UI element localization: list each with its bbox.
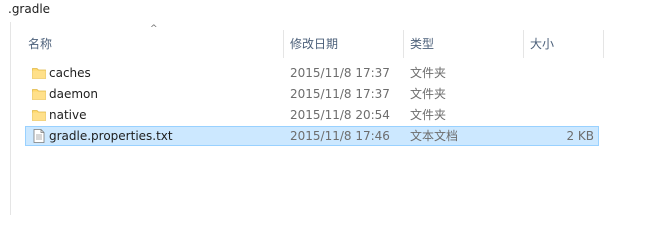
navigation-pane[interactable] <box>0 22 11 215</box>
file-row[interactable]: gradle.properties.txt 2015/11/8 17:46 文本… <box>25 126 599 146</box>
file-date: 2015/11/8 20:54 <box>290 108 390 122</box>
text-document-icon <box>32 129 46 143</box>
column-divider[interactable] <box>283 30 284 58</box>
file-row[interactable]: native 2015/11/8 20:54 文件夹 <box>25 105 599 125</box>
column-header-name[interactable]: 名称 <box>28 28 52 60</box>
folder-icon <box>32 108 46 122</box>
column-divider[interactable] <box>403 30 404 58</box>
file-name: daemon <box>49 87 98 101</box>
column-divider[interactable] <box>523 30 524 58</box>
column-header-date[interactable]: 修改日期 <box>290 28 338 60</box>
file-type: 文件夹 <box>410 108 447 122</box>
folder-icon <box>32 66 46 80</box>
file-row[interactable]: caches 2015/11/8 17:37 文件夹 <box>25 63 599 83</box>
window-title: .gradle <box>8 2 51 16</box>
file-date: 2015/11/8 17:37 <box>290 66 390 80</box>
file-type: 文本文档 <box>410 129 459 143</box>
file-row[interactable]: daemon 2015/11/8 17:37 文件夹 <box>25 84 599 104</box>
file-type: 文件夹 <box>410 66 447 80</box>
file-name: native <box>49 108 87 122</box>
file-date: 2015/11/8 17:37 <box>290 87 390 101</box>
file-date: 2015/11/8 17:46 <box>290 129 390 143</box>
file-type: 文件夹 <box>410 87 447 101</box>
column-divider[interactable] <box>603 30 604 58</box>
file-size: 2 KB <box>566 129 594 143</box>
file-name: gradle.properties.txt <box>49 129 173 143</box>
folder-icon <box>32 87 46 101</box>
column-header-bar: 名称 ^ 修改日期 类型 大小 <box>14 24 662 60</box>
column-header-type[interactable]: 类型 <box>410 28 434 60</box>
window-title-bar: .gradle <box>0 0 662 22</box>
file-name: caches <box>49 66 91 80</box>
sort-ascending-icon: ^ <box>150 24 158 34</box>
column-header-size[interactable]: 大小 <box>530 28 554 60</box>
